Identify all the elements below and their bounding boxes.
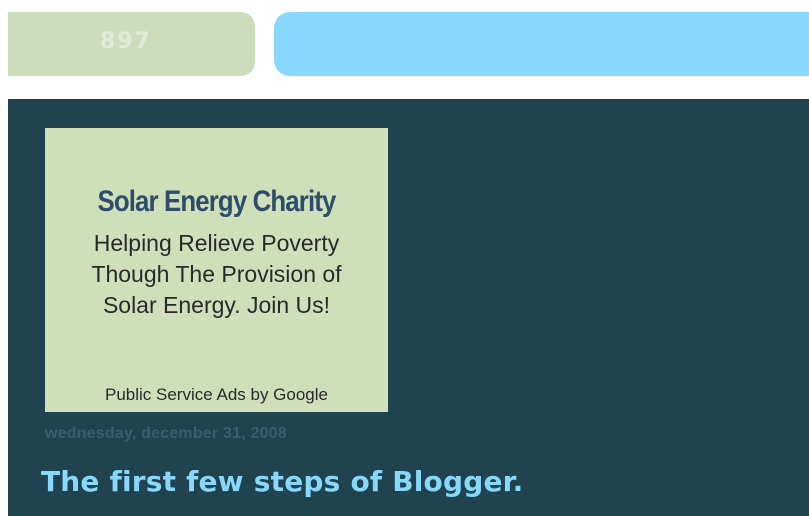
ads-by-google-link[interactable]: Public Service Ads by Google [45, 384, 388, 406]
ad-body[interactable]: Helping Relieve Poverty Though The Provi… [45, 228, 388, 321]
post-date: wednesday, december 31, 2008 [45, 425, 287, 442]
post-title[interactable]: The first few steps of Blogger. [41, 465, 524, 498]
ad-title[interactable]: Solar Energy Charity [69, 182, 364, 222]
blog-header-bar [274, 12, 809, 76]
public-service-ad[interactable]: Solar Energy Charity Helping Relieve Pov… [45, 128, 388, 412]
ad-body-line: Solar Energy. Join Us! [102, 292, 331, 318]
main-content: Solar Energy Charity Helping Relieve Pov… [8, 99, 809, 516]
blog-page: 897 Solar Energy Charity Helping Relieve… [0, 0, 809, 516]
visitor-counter-value: 897 [100, 29, 152, 54]
visitor-counter: 897 [8, 12, 255, 76]
ad-body-line: Helping Relieve Poverty [93, 230, 340, 256]
top-header-strip: 897 [0, 0, 809, 98]
ad-body-line: Though The Provision of [91, 261, 342, 287]
